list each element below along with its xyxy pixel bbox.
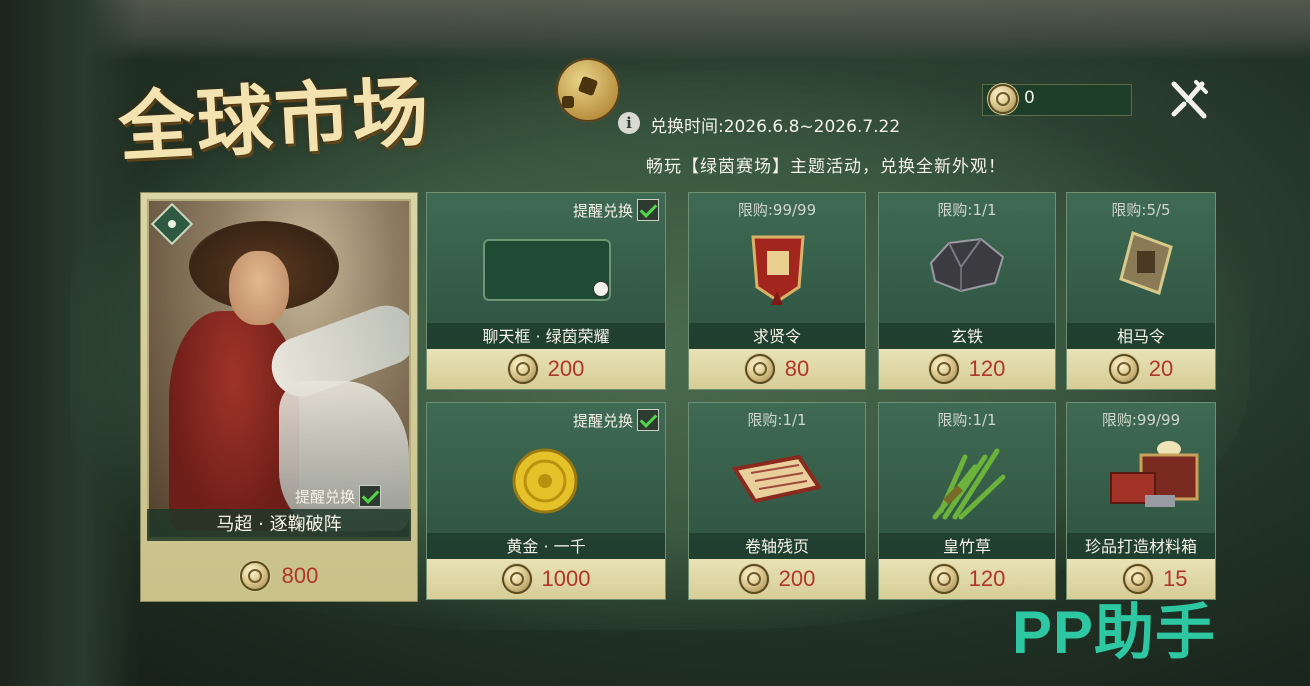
item-name: 黄金 · 一千 bbox=[427, 533, 665, 561]
football-small-icon bbox=[593, 281, 609, 297]
item-price: 120 bbox=[968, 356, 1006, 381]
item-card-recruit-token[interactable]: 限购:99/99 求贤令 80 bbox=[688, 192, 866, 390]
coin-icon bbox=[239, 561, 270, 591]
item-card-horse-token[interactable]: 限购:5/5 相马令 20 bbox=[1066, 192, 1216, 390]
remind-label: 提醒兑换 bbox=[295, 487, 356, 506]
checkbox-checked-icon[interactable] bbox=[359, 485, 382, 507]
activity-description: 畅玩【绿茵赛场】主题活动，兑换全新外观！ bbox=[646, 157, 1006, 177]
item-name: 珍品打造材料箱 bbox=[1067, 533, 1215, 561]
item-card-chat-frame[interactable]: 提醒兑换 聊天框 · 绿茵荣耀 200 bbox=[426, 192, 666, 390]
item-price: 1000 bbox=[541, 566, 591, 591]
item-price: 200 bbox=[778, 566, 816, 591]
item-name: 玄铁 bbox=[879, 323, 1055, 351]
item-card-black-iron[interactable]: 限购:1/1 玄铁 120 bbox=[878, 192, 1056, 390]
black-iron-icon bbox=[929, 237, 1005, 293]
purchase-limit: 限购:5/5 bbox=[1111, 201, 1171, 219]
item-price-strip: 1000 bbox=[427, 559, 665, 599]
recruit-token-icon bbox=[751, 235, 805, 305]
item-remind-toggle[interactable]: 提醒兑换 bbox=[573, 199, 659, 221]
checkbox-checked-icon[interactable] bbox=[637, 409, 659, 431]
item-price-strip: 120 bbox=[879, 349, 1055, 389]
item-name: 皇竹草 bbox=[879, 533, 1055, 561]
info-icon[interactable]: i bbox=[618, 112, 640, 134]
item-card-grass[interactable]: 限购:1/1 皇竹草 120 bbox=[878, 402, 1056, 600]
horse-token-icon bbox=[1119, 231, 1173, 295]
background-top bbox=[0, 0, 1310, 60]
remind-label: 提醒兑换 bbox=[572, 411, 633, 430]
football-icon bbox=[556, 58, 620, 122]
item-name: 卷轴残页 bbox=[689, 533, 865, 561]
item-price: 20 bbox=[1148, 356, 1174, 381]
coin-icon bbox=[928, 354, 959, 384]
hero-remind-toggle[interactable]: 提醒兑换 bbox=[295, 485, 382, 507]
exchange-time: 兑换时间:2026.6.8~2026.7.22 bbox=[650, 117, 901, 137]
coin-icon bbox=[928, 564, 959, 594]
coin-icon bbox=[507, 354, 538, 384]
purchase-limit: 限购:99/99 bbox=[737, 201, 817, 219]
coin-icon bbox=[501, 564, 532, 594]
checkbox-checked-icon[interactable] bbox=[637, 199, 659, 221]
hero-price-strip: 800 bbox=[141, 551, 417, 601]
item-card-gold[interactable]: 提醒兑换 黄金 · 一千 1000 bbox=[426, 402, 666, 600]
item-price-strip: 20 bbox=[1067, 349, 1215, 389]
watermark-logo: PP助手 bbox=[1012, 599, 1217, 666]
item-remind-toggle[interactable]: 提醒兑换 bbox=[573, 409, 659, 431]
hero-price: 800 bbox=[281, 563, 319, 588]
material-chest-icon bbox=[1110, 441, 1199, 507]
item-price-strip: 80 bbox=[689, 349, 865, 389]
item-price: 80 bbox=[784, 356, 810, 381]
coin-icon bbox=[738, 564, 769, 594]
grass-icon bbox=[932, 448, 1006, 520]
currency-value: 0 bbox=[1024, 88, 1035, 108]
scroll-icon bbox=[731, 454, 823, 504]
purchase-limit: 限购:1/1 bbox=[747, 411, 807, 429]
item-card-scroll[interactable]: 限购:1/1 卷轴残页 200 bbox=[688, 402, 866, 600]
coin-icon bbox=[1108, 354, 1139, 384]
purchase-limit: 限购:1/1 bbox=[937, 411, 997, 429]
coin-icon bbox=[988, 84, 1018, 114]
item-price-strip: 200 bbox=[689, 559, 865, 599]
purchase-limit: 限购:99/99 bbox=[1101, 411, 1181, 429]
hero-skin-card[interactable]: 提醒兑换 马超 · 逐鞠破阵 800 bbox=[140, 192, 418, 602]
chat-frame-icon bbox=[483, 239, 611, 301]
remind-label: 提醒兑换 bbox=[572, 201, 633, 220]
item-name: 相马令 bbox=[1067, 323, 1215, 351]
page-title: 全球市场 bbox=[116, 66, 433, 173]
purchase-limit: 限购:1/1 bbox=[937, 201, 997, 219]
coin-icon bbox=[744, 354, 775, 384]
item-card-material-chest[interactable]: 限购:99/99 珍品打造材料箱 15 bbox=[1066, 402, 1216, 600]
item-price: 200 bbox=[547, 356, 585, 381]
gold-coin-icon bbox=[512, 448, 578, 514]
hero-name: 马超 · 逐鞠破阵 bbox=[147, 509, 411, 541]
item-name: 求贤令 bbox=[689, 323, 865, 351]
item-price: 120 bbox=[968, 566, 1006, 591]
item-price-strip: 200 bbox=[427, 349, 665, 389]
preview-eye-icon[interactable] bbox=[150, 202, 194, 246]
close-icon[interactable] bbox=[1166, 78, 1210, 122]
hero-head bbox=[229, 251, 289, 325]
item-name: 聊天框 · 绿茵荣耀 bbox=[427, 323, 665, 351]
